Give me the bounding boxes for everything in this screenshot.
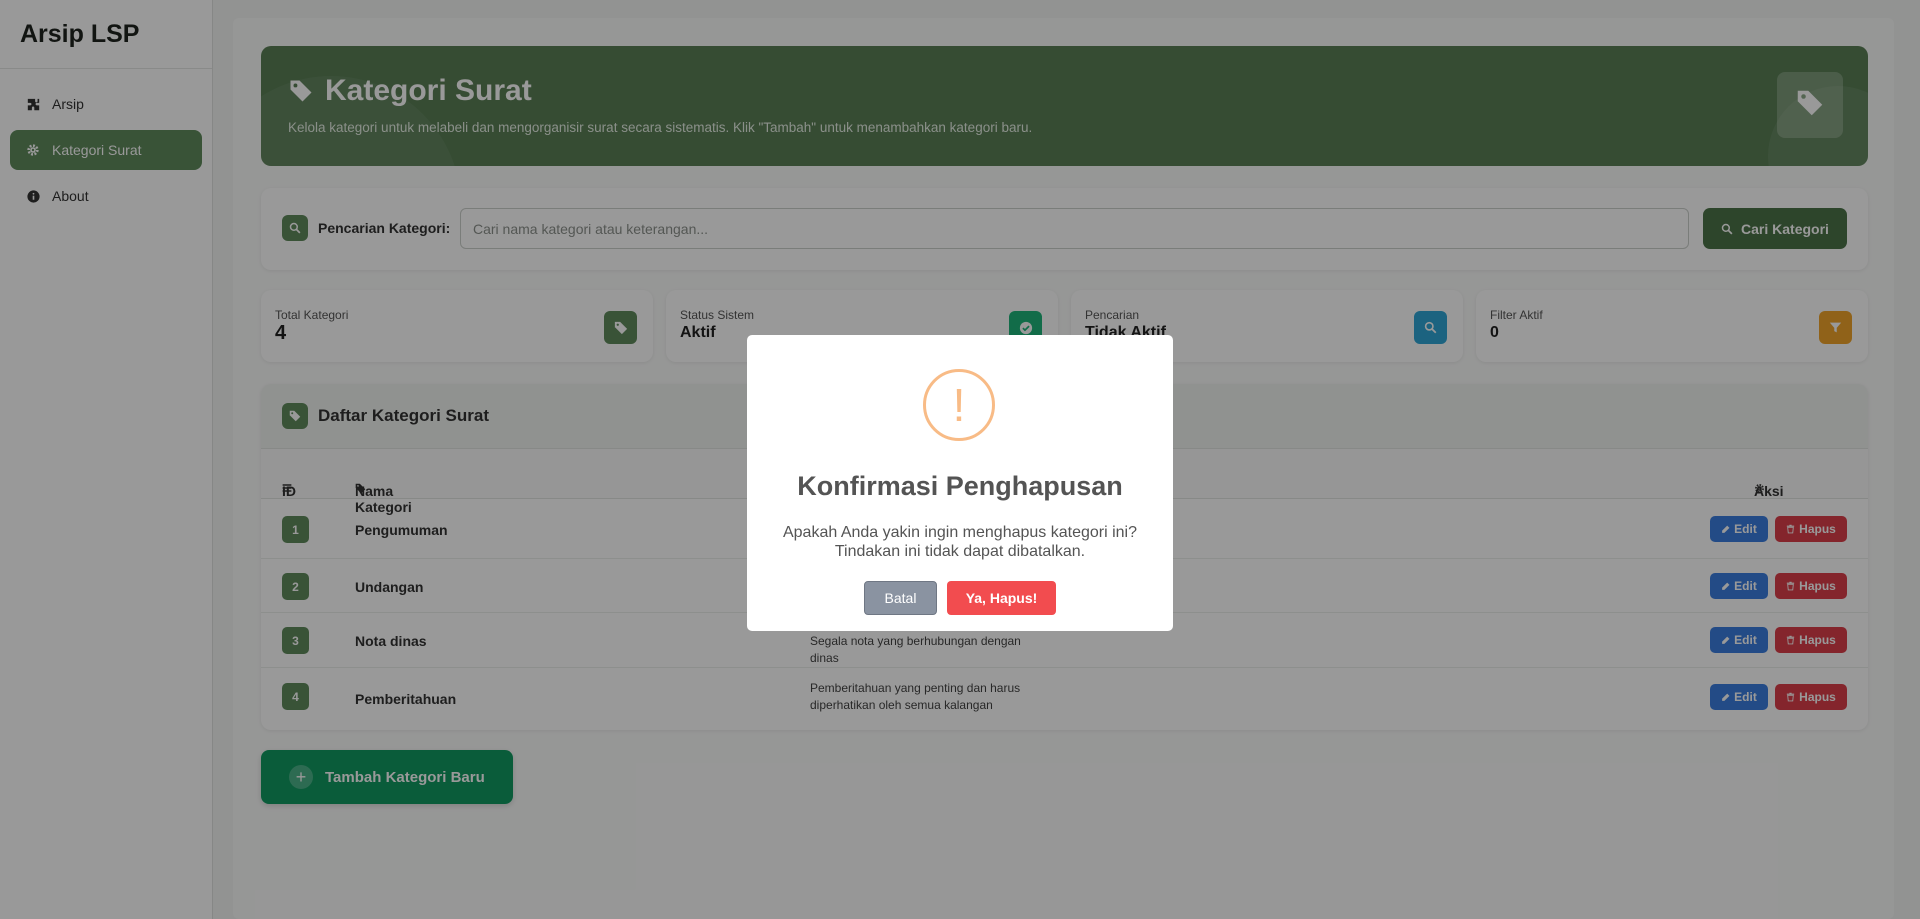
dialog-message: Apakah Anda yakin ingin menghapus katego… <box>782 524 1138 560</box>
cancel-button[interactable]: Batal <box>864 581 937 615</box>
warning-icon: ! <box>923 369 995 441</box>
confirm-delete-button[interactable]: Ya, Hapus! <box>947 581 1056 615</box>
delete-confirmation-dialog: ! Konfirmasi Penghapusan Apakah Anda yak… <box>747 335 1173 631</box>
dialog-title: Konfirmasi Penghapusan <box>797 471 1123 501</box>
